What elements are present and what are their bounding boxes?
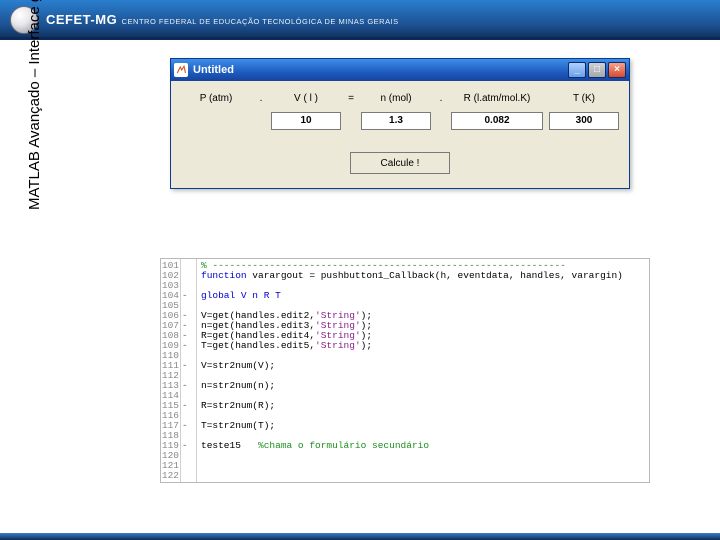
label-V: V ( l ) [271,93,341,104]
code-area[interactable]: % --------------------------------------… [197,259,649,482]
matlab-icon [174,63,188,77]
edit-T[interactable]: 300 [549,112,619,130]
institution-brand: CEFET-MG CENTRO FEDERAL DE EDUCAÇÃO TECN… [46,11,399,29]
label-n: n (mol) [361,93,431,104]
label-P: P (atm) [181,93,251,104]
edit-R[interactable]: 0.082 [451,112,543,130]
calculate-button[interactable]: Calcule ! [350,152,450,174]
edit-P-placeholder [181,112,251,130]
close-button[interactable]: × [608,62,626,78]
label-dot-2: . [437,93,445,104]
footer-bar [0,533,720,540]
inputs-row: 10 1.3 0.082 300 [181,112,619,130]
window-body: P (atm) . V ( l ) = n (mol) . R (l.atm/m… [171,81,629,188]
label-dot-1: . [257,93,265,104]
code-editor[interactable]: 1011021031041051061071081091101111121131… [160,258,650,483]
label-eq: = [347,93,355,104]
gui-window: Untitled _ □ × P (atm) . V ( l ) = n (mo… [170,58,630,189]
line-number-gutter: 1011021031041051061071081091101111121131… [161,259,181,482]
slide-content: Untitled _ □ × P (atm) . V ( l ) = n (mo… [55,48,700,526]
brand-main: CEFET [46,12,90,27]
fold-gutter: ---------- [181,259,197,482]
slide-side-title: MATLAB Avançado – Interface gráfica [26,0,43,210]
window-titlebar[interactable]: Untitled _ □ × [171,59,629,81]
window-title: Untitled [193,64,234,76]
brand-suffix: -MG [90,12,117,27]
label-R: R (l.atm/mol.K) [451,93,543,104]
brand-subtitle: CENTRO FEDERAL DE EDUCAÇÃO TECNOLÓGICA D… [122,17,399,26]
edit-V[interactable]: 10 [271,112,341,130]
maximize-button[interactable]: □ [588,62,606,78]
minimize-button[interactable]: _ [568,62,586,78]
edit-n[interactable]: 1.3 [361,112,431,130]
label-T: T (K) [549,93,619,104]
labels-row: P (atm) . V ( l ) = n (mol) . R (l.atm/m… [181,93,619,104]
institution-header: CEFET-MG CENTRO FEDERAL DE EDUCAÇÃO TECN… [0,0,720,40]
